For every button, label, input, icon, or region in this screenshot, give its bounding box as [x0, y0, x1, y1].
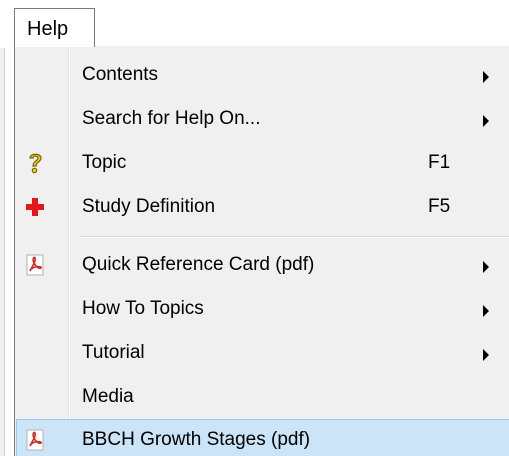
submenu-arrow-icon — [483, 305, 489, 317]
menu-item-label: Contents — [82, 64, 159, 85]
menu-item-search-for-help-on[interactable]: Search for Help On... — [16, 98, 509, 142]
menu-item-study-definition[interactable]: Study Definition F5 — [16, 186, 509, 230]
menu-item-shortcut: F1 — [428, 152, 451, 173]
menu-item-label: Study Definition — [82, 196, 216, 217]
menu-item-label: Media — [82, 386, 134, 407]
menu-item-label: Topic — [82, 152, 127, 173]
help-menu-title[interactable]: Help — [14, 8, 95, 47]
red-cross-icon — [24, 195, 46, 219]
menu-item-label: How To Topics — [82, 298, 204, 319]
submenu-arrow-icon — [483, 71, 489, 83]
menu-item-how-to-topics[interactable]: How To Topics — [16, 288, 509, 332]
screen: Help Contents Search for Help On... Topi… — [0, 0, 509, 456]
menu-item-label: BBCH Growth Stages (pdf) — [82, 429, 311, 450]
pdf-icon — [24, 428, 46, 452]
menu-item-shortcut: F5 — [428, 196, 451, 217]
submenu-arrow-icon — [483, 261, 489, 273]
menu-item-contents[interactable]: Contents — [16, 54, 509, 98]
window-left-edge — [0, 48, 5, 456]
menu-item-quick-reference-card[interactable]: Quick Reference Card (pdf) — [16, 244, 509, 288]
menu-item-tutorial[interactable]: Tutorial — [16, 332, 509, 376]
submenu-arrow-icon — [483, 349, 489, 361]
pdf-icon — [24, 253, 46, 277]
menu-item-topic[interactable]: Topic F1 — [16, 142, 509, 186]
help-dropdown-menu: Contents Search for Help On... Topic F1 — [14, 46, 509, 456]
menu-item-bbch-growth-stages[interactable]: BBCH Growth Stages (pdf) — [16, 419, 509, 456]
submenu-arrow-icon — [483, 115, 489, 127]
menu-item-media[interactable]: Media — [16, 376, 509, 420]
help-menu-label: Help — [27, 18, 69, 40]
menu-item-label: Search for Help On... — [82, 108, 261, 129]
question-icon — [24, 151, 46, 175]
menu-item-label: Quick Reference Card (pdf) — [82, 254, 315, 275]
menu-separator — [79, 236, 509, 238]
menu-item-label: Tutorial — [82, 342, 145, 363]
